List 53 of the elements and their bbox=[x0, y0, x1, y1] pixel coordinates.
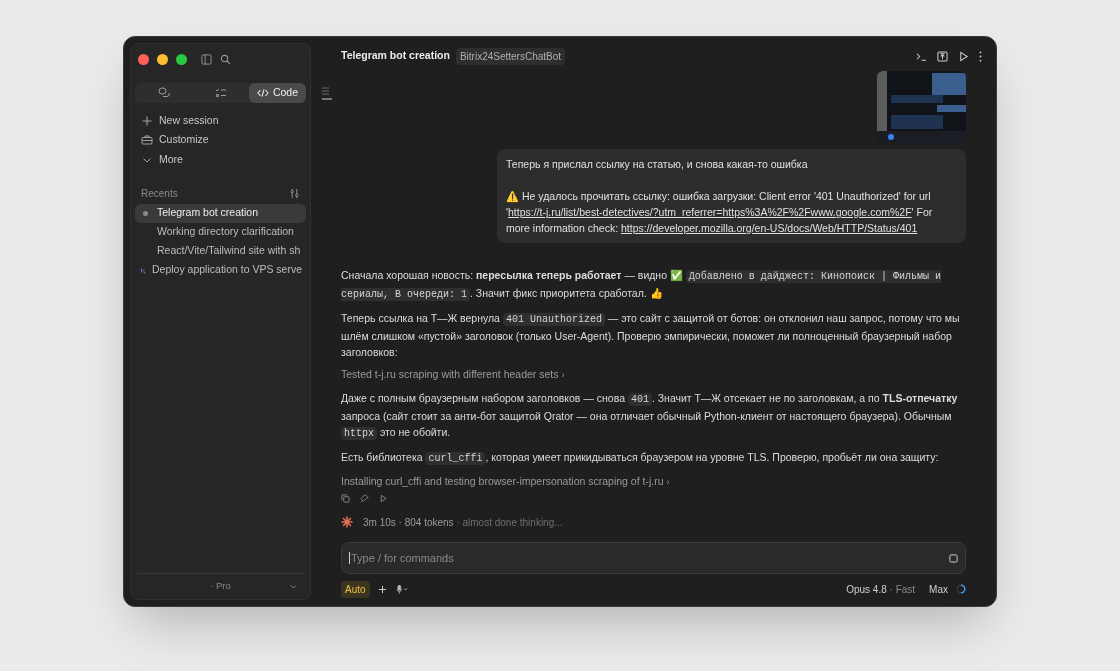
repo-tag: Bitrix24SettersChatBot bbox=[455, 47, 566, 65]
session-title: Telegram bot creation bbox=[341, 48, 450, 64]
plus-icon[interactable] bbox=[377, 584, 387, 594]
play-icon[interactable] bbox=[379, 493, 388, 503]
assistant-paragraph: Теперь ссылка на Т—Ж вернула 401 Unauthorized — это сайт с защитой от ботов: он отклонил наш запрос, потому что мы шлём слишком «пустой» заголовок (только User-Agent). Проверю эмпирически, поможет ли полноценный браузерный набор заголовков: bbox=[341, 311, 961, 360]
assistant-paragraph: Сначала хорошая новость: пересылка теперь работает — видно ✅ Добавлено в дайджест: Кинопоиск | Фильмы и сериалы, В очереди: 1 . Значит фикс приоритета сработал. 👍 bbox=[341, 268, 942, 303]
docs-link[interactable]: https://developer.mozilla.org/en-US/docs/Web/HTTP/Status/401 bbox=[620, 222, 918, 234]
search-icon[interactable] bbox=[220, 53, 231, 65]
tool-step-link[interactable]: Installing curl_cffi and testing browser-impersonation scraping of t-j.ru › bbox=[341, 473, 670, 490]
checklist-icon bbox=[214, 87, 227, 99]
auto-mode-button[interactable]: Auto bbox=[341, 580, 370, 598]
upload-icon[interactable] bbox=[937, 50, 948, 62]
filter-icon[interactable] bbox=[289, 188, 300, 199]
thinking-status: · almost done thinking... bbox=[456, 516, 563, 528]
microphone-icon[interactable] bbox=[394, 584, 409, 594]
close-window-button[interactable] bbox=[138, 53, 149, 65]
assistant-paragraph: Даже с полным браузерным набором заголовков — снова 401 . Значит Т—Ж отсекает не по заголовкам, а по TLS-отпечатку запроса (сайт стоит за анти-бот защитой Qrator — она отличает обычный Python-клиент от настоящего браузера). Обычным httpx это не обойти. bbox=[341, 390, 959, 442]
stop-icon[interactable] bbox=[949, 553, 958, 563]
chat-bubbles-icon bbox=[157, 87, 170, 99]
recent-session[interactable]: Deploy application to VPS serve bbox=[135, 260, 306, 280]
copy-icon[interactable] bbox=[341, 493, 350, 503]
mode-tab[interactable]: Code bbox=[249, 83, 306, 103]
error-message-text: ⚠ Не удалось прочитать ссылку: ошибка загрузки: Client error '401 Unauthorized' for url 'https://t-j.ru/list/best-detectives/?utm_referrer=https%3A%2F%2Fwww.google.com%2F' For more information check: https://developer.mozilla.org/en-US/docs/Web/HTTP/Status/401 bbox=[506, 189, 934, 236]
sidebar-toggle-icon[interactable] bbox=[201, 53, 212, 65]
effort-selector[interactable]: Max bbox=[929, 581, 948, 597]
briefcase-icon bbox=[141, 134, 153, 147]
more-icon[interactable] bbox=[979, 50, 982, 62]
command-field[interactable]: Type / for commands bbox=[350, 549, 949, 567]
thinking-stats: 3m 10s · 804 tokens bbox=[363, 516, 454, 528]
minimize-window-button[interactable] bbox=[157, 53, 168, 65]
recent-session[interactable]: React/Vite/Tailwind site with sh bbox=[135, 241, 306, 261]
play-icon[interactable] bbox=[958, 50, 969, 62]
message-input[interactable]: Type / for commands bbox=[341, 542, 966, 574]
warning-icon: ⚠ bbox=[506, 190, 519, 202]
recent-session[interactable]: Telegram bot creation bbox=[135, 203, 306, 223]
sparkle-icon bbox=[341, 516, 353, 528]
maximize-window-button[interactable] bbox=[176, 53, 187, 65]
outline-icon[interactable] bbox=[322, 87, 332, 100]
terminal-icon[interactable] bbox=[916, 50, 927, 62]
plan-label: · Pro bbox=[210, 579, 231, 594]
spinner-icon bbox=[956, 584, 966, 594]
model-selector[interactable]: Opus 4.8 · Fast bbox=[846, 581, 916, 597]
recent-session[interactable]: Working directory clarification bbox=[135, 222, 306, 242]
user-message-text: Теперь я прислал ссылку на статью, и снова какая-то ошибка bbox=[506, 157, 809, 172]
pin-icon[interactable] bbox=[360, 493, 369, 503]
sidebar-action[interactable]: Customize bbox=[131, 130, 310, 150]
tool-step-link[interactable]: Tested t-j.ru scraping with different header sets › bbox=[341, 367, 565, 383]
recents-heading: Recents bbox=[141, 187, 178, 201]
code-icon bbox=[256, 87, 269, 99]
sidebar-action[interactable]: New session bbox=[131, 111, 310, 131]
plus-icon bbox=[141, 114, 153, 127]
sidebar-action[interactable]: More bbox=[131, 150, 310, 170]
assistant-paragraph: Есть библиотека curl_cffi , которая умеет прикидываться браузером на уровне TLS. Проверю, пробьёт ли она защиту: bbox=[341, 449, 940, 467]
